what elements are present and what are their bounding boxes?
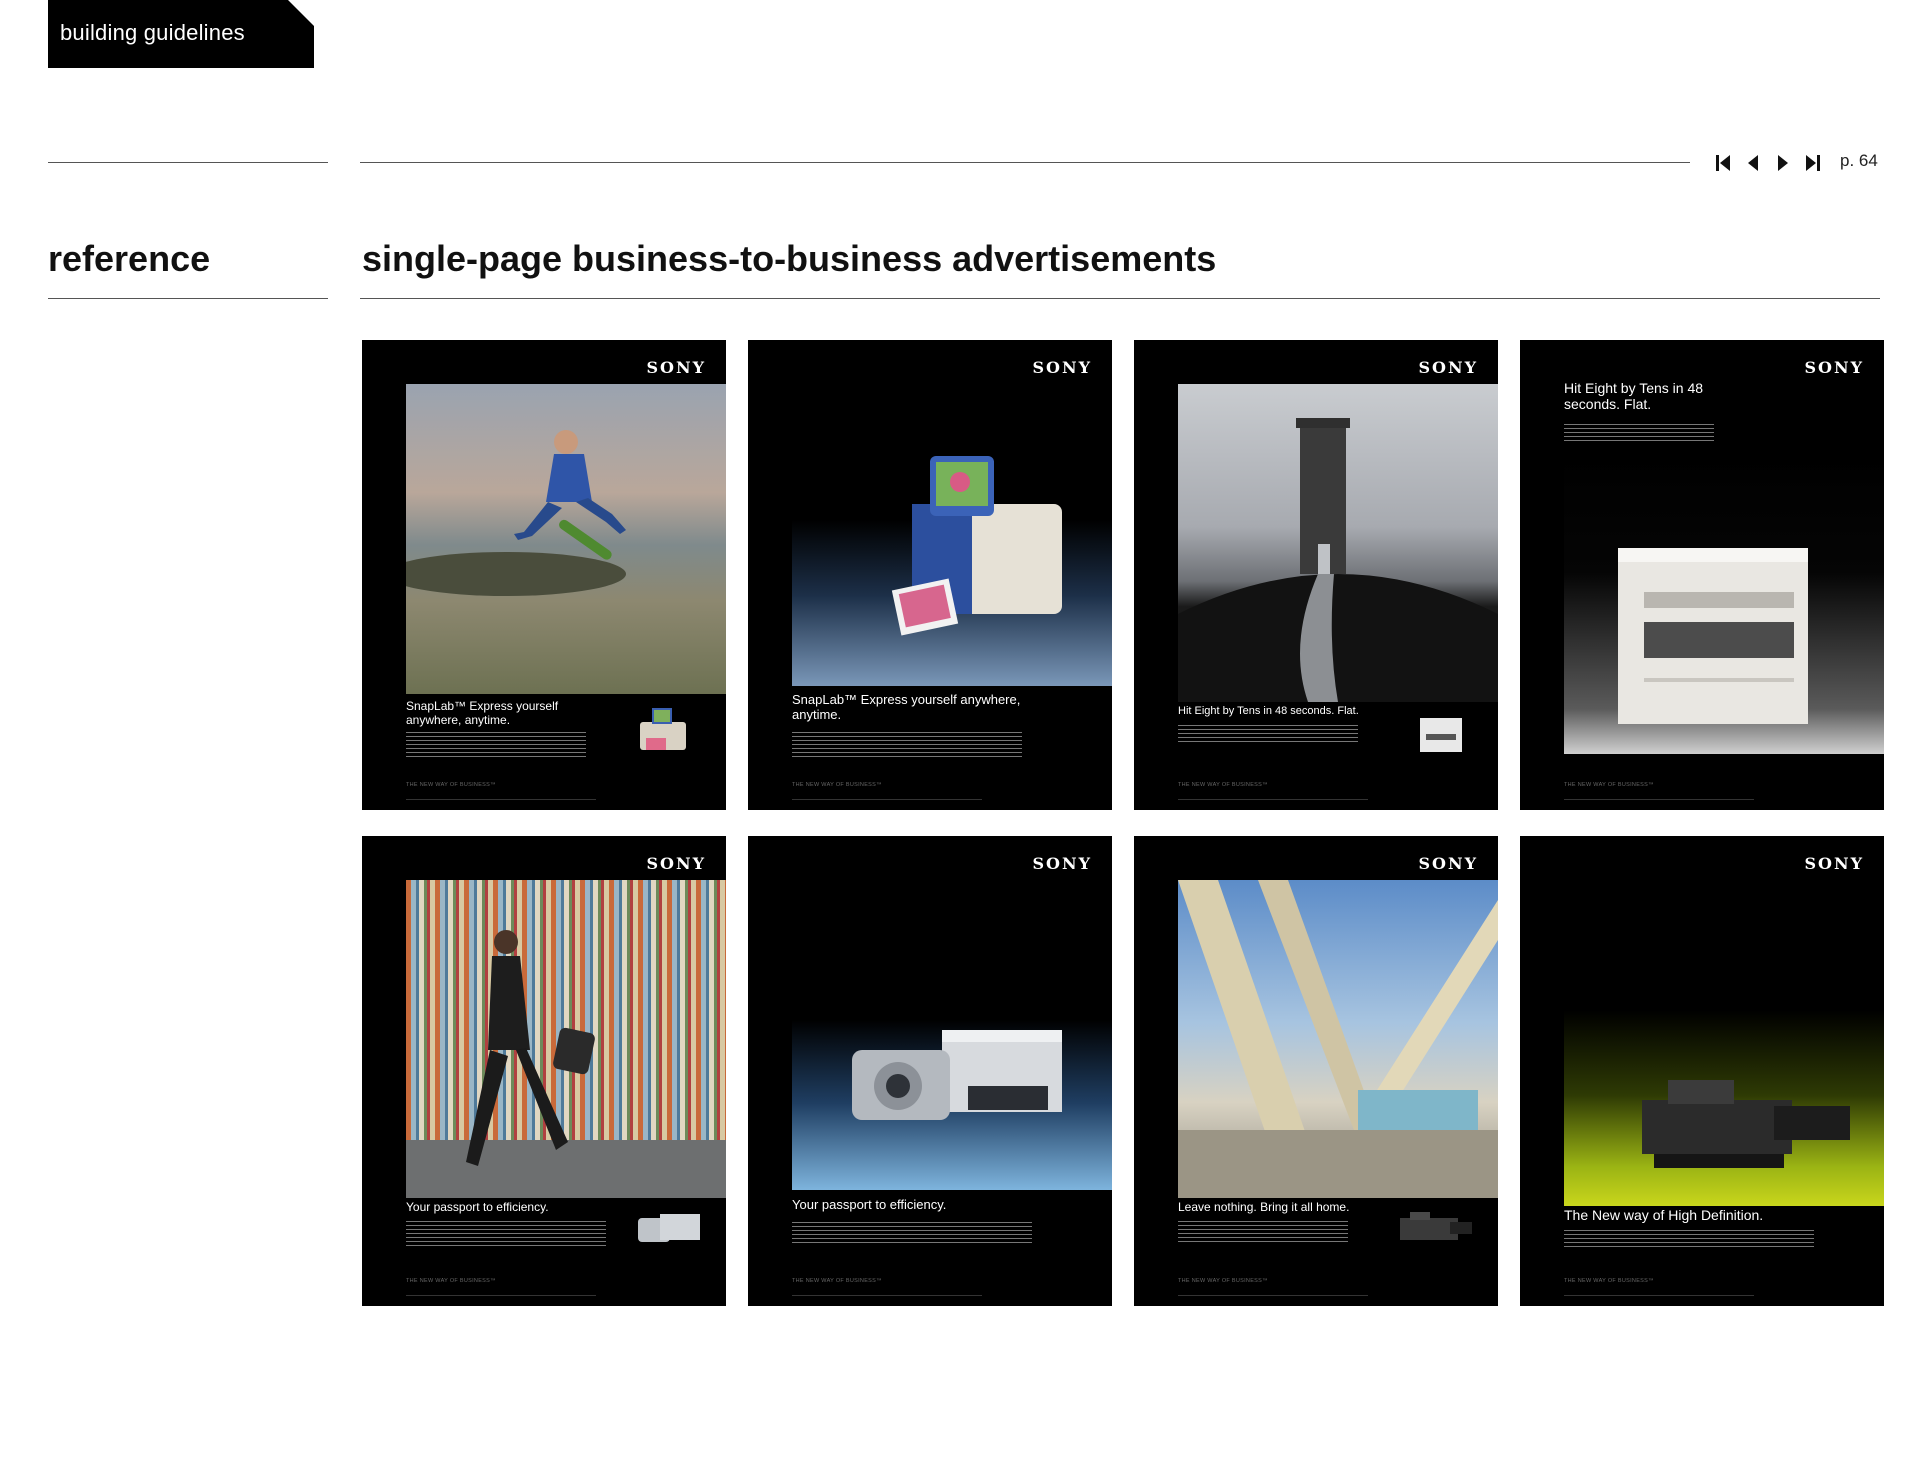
ad-body-copy — [1564, 1230, 1814, 1250]
tower-illustration — [1178, 418, 1498, 702]
ad-headline: SnapLab™ Express yourself anywhere, anyt… — [792, 692, 1021, 722]
ad-photo — [1178, 384, 1498, 702]
ad-legal-line — [792, 1295, 982, 1296]
top-rule-left — [48, 162, 328, 163]
skateboarder-illustration — [406, 430, 626, 596]
ad-headline: Your passport to efficiency. — [792, 1197, 947, 1212]
ad-thumbnail[interactable]: SONY Your passport to efficiency. THE NE… — [748, 836, 1112, 1306]
ad-thumbnail[interactable]: SONY Leave nothing. Bring it all home. T… — [1134, 836, 1498, 1306]
ad-photo — [1564, 452, 1884, 754]
next-page-button[interactable] — [1770, 152, 1796, 174]
hd-camera-thumbnail — [1400, 1212, 1472, 1240]
ad-body-copy — [406, 1221, 606, 1249]
hd-camcorder-illustration — [1642, 1080, 1850, 1168]
ad-body-copy — [406, 732, 586, 760]
ad-photo — [1178, 880, 1498, 1198]
ad-photo — [406, 384, 726, 694]
ad-body-copy — [1178, 1221, 1348, 1245]
ad-tagline: THE NEW WAY OF BUSINESS™ — [792, 1278, 882, 1284]
ad-body-copy — [792, 1222, 1032, 1246]
ad-headline: Leave nothing. Bring it all home. — [1178, 1200, 1350, 1214]
ad-thumbnail[interactable]: SONY Hit Eight by Tens in 48 seconds. Fl… — [1134, 340, 1498, 810]
sony-logo: SONY — [1032, 358, 1092, 377]
ad-body-copy — [792, 732, 1022, 760]
first-page-button[interactable] — [1710, 152, 1736, 174]
previous-page-button[interactable] — [1740, 152, 1766, 174]
snaplab-printer-illustration — [891, 456, 1062, 636]
title-rule-main — [360, 298, 1880, 299]
ad-legal-line — [406, 1295, 596, 1296]
header-tab-label: building guidelines — [60, 20, 245, 45]
snaplab-printer-thumbnail — [640, 708, 686, 750]
white-printer-illustration — [1618, 548, 1808, 724]
sony-logo: SONY — [1032, 854, 1092, 873]
ad-legal-line — [406, 799, 596, 800]
passport-printer-thumbnail — [638, 1214, 700, 1242]
last-page-icon — [1806, 155, 1820, 171]
businessman-illustration — [406, 930, 726, 1198]
page-number: p. 64 — [1840, 151, 1878, 170]
ad-legal-line — [1564, 799, 1754, 800]
next-page-icon — [1778, 155, 1788, 171]
ad-headline: The New way of High Definition. — [1564, 1207, 1764, 1223]
ad-headline: Hit Eight by Tens in 48 seconds. Flat. — [1178, 705, 1359, 717]
ad-photo — [792, 880, 1112, 1190]
ad-headline: Your passport to efficiency. — [406, 1200, 549, 1214]
section-label: reference — [48, 238, 211, 279]
ad-photo — [406, 880, 726, 1198]
ad-tagline: THE NEW WAY OF BUSINESS™ — [1564, 1278, 1654, 1284]
ad-tagline: THE NEW WAY OF BUSINESS™ — [1564, 782, 1654, 788]
architecture-illustration — [1178, 880, 1498, 1198]
sony-logo: SONY — [1418, 358, 1478, 377]
ad-legal-line — [1564, 1295, 1754, 1296]
ad-body-copy — [1564, 424, 1714, 444]
last-page-button[interactable] — [1800, 152, 1826, 174]
printer-thumbnail — [1420, 718, 1462, 752]
ad-thumbnail[interactable]: SONY The New way of High Definition. THE… — [1520, 836, 1884, 1306]
page-navigation — [1710, 152, 1826, 174]
ad-legal-line — [792, 799, 982, 800]
ad-headline: SnapLab™ Express yourself anywhere, anyt… — [406, 699, 559, 727]
ad-tagline: THE NEW WAY OF BUSINESS™ — [1178, 1278, 1268, 1284]
page-title: single-page business-to-business adverti… — [362, 238, 1217, 279]
passport-system-illustration — [852, 1030, 1062, 1120]
title-rule-left — [48, 298, 328, 299]
ad-headline: Hit Eight by Tens in 48 seconds. Flat. — [1564, 380, 1704, 412]
ad-legal-line — [1178, 1295, 1368, 1296]
top-rule-main — [360, 162, 1690, 163]
ad-thumbnail[interactable]: SONY SnapLab™ Express yourself anywhere,… — [362, 340, 726, 810]
ad-thumbnail[interactable]: SONY Your passport to efficiency. THE NE… — [362, 836, 726, 1306]
ad-body-copy — [1178, 725, 1358, 745]
sony-logo: SONY — [1418, 854, 1478, 873]
ad-thumbnail[interactable]: SONY Hit Eight by Tens in 48 seconds. Fl… — [1520, 340, 1884, 810]
sony-logo: SONY — [1804, 854, 1864, 873]
sony-logo: SONY — [646, 358, 706, 377]
ad-photo — [1564, 880, 1884, 1206]
ad-tagline: THE NEW WAY OF BUSINESS™ — [1178, 782, 1268, 788]
ad-tagline: THE NEW WAY OF BUSINESS™ — [406, 1278, 496, 1284]
ad-tagline: THE NEW WAY OF BUSINESS™ — [406, 782, 496, 788]
ad-thumbnail[interactable]: SONY SnapLab™ Express yourself anywhere,… — [748, 340, 1112, 810]
ad-legal-line — [1178, 799, 1368, 800]
ad-tagline: THE NEW WAY OF BUSINESS™ — [792, 782, 882, 788]
previous-page-icon — [1748, 155, 1758, 171]
first-page-icon — [1716, 155, 1730, 171]
sony-logo: SONY — [1804, 358, 1864, 377]
ad-photo — [792, 384, 1112, 686]
sony-logo: SONY — [646, 854, 706, 873]
header-tab: building guidelines — [48, 0, 314, 68]
